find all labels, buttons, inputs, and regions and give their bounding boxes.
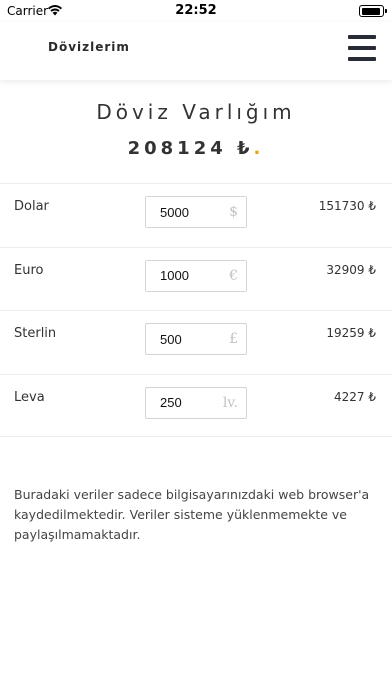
battery-icon (359, 5, 387, 17)
holdings-summary: Döviz Varlığım 208124 ₺. (0, 100, 392, 159)
amount-input[interactable] (146, 387, 216, 418)
amount-field[interactable]: € (145, 259, 247, 292)
amount-input[interactable] (146, 324, 216, 354)
currency-name: Leva (14, 389, 45, 405)
accent-dot: . (253, 138, 265, 159)
converted-value: 151730 ₺ (318, 199, 376, 213)
privacy-note: Buradaki veriler sadece bilgisayarınızda… (14, 487, 370, 542)
page-title: Döviz Varlığım (96, 100, 296, 124)
amount-input[interactable] (146, 260, 216, 291)
status-time: 22:52 (175, 3, 217, 18)
brand-title[interactable]: Dövizlerim (48, 40, 130, 54)
converted-value: 4227 ₺ (334, 389, 376, 404)
currency-name: Sterlin (14, 326, 57, 341)
status-bar: Carrier 22:52 (0, 0, 392, 22)
currency-name: Dolar (14, 199, 49, 214)
total-holdings: 208124 ₺. (0, 138, 392, 159)
converted-value: 19259 ₺ (326, 326, 376, 340)
currency-name: Euro (14, 262, 44, 278)
currency-symbol: € (229, 267, 238, 284)
amount-input[interactable] (146, 197, 216, 227)
hamburger-menu-icon[interactable] (348, 35, 378, 63)
currency-row-sterlin: Sterlin £ 19259 ₺ (0, 310, 392, 374)
amount-field[interactable]: lv. (145, 386, 247, 419)
amount-field[interactable]: $ (145, 196, 247, 228)
currency-row-euro: Euro € 32909 ₺ (0, 246, 392, 311)
currency-row-dolar: Dolar $ 151730 ₺ (0, 183, 392, 247)
total-value: 208124 ₺ (127, 138, 254, 159)
currency-symbol: $ (229, 204, 238, 220)
currency-symbol: lv. (222, 394, 238, 411)
currency-row-leva: Leva lv. 4227 ₺ (0, 373, 392, 437)
currency-list: Dolar $ 151730 ₺ Euro € 32909 ₺ Sterlin … (0, 183, 392, 437)
converted-value: 32909 ₺ (326, 262, 376, 277)
currency-symbol: £ (229, 331, 238, 347)
navbar: Dövizlerim (0, 22, 392, 80)
amount-field[interactable]: £ (145, 323, 247, 355)
